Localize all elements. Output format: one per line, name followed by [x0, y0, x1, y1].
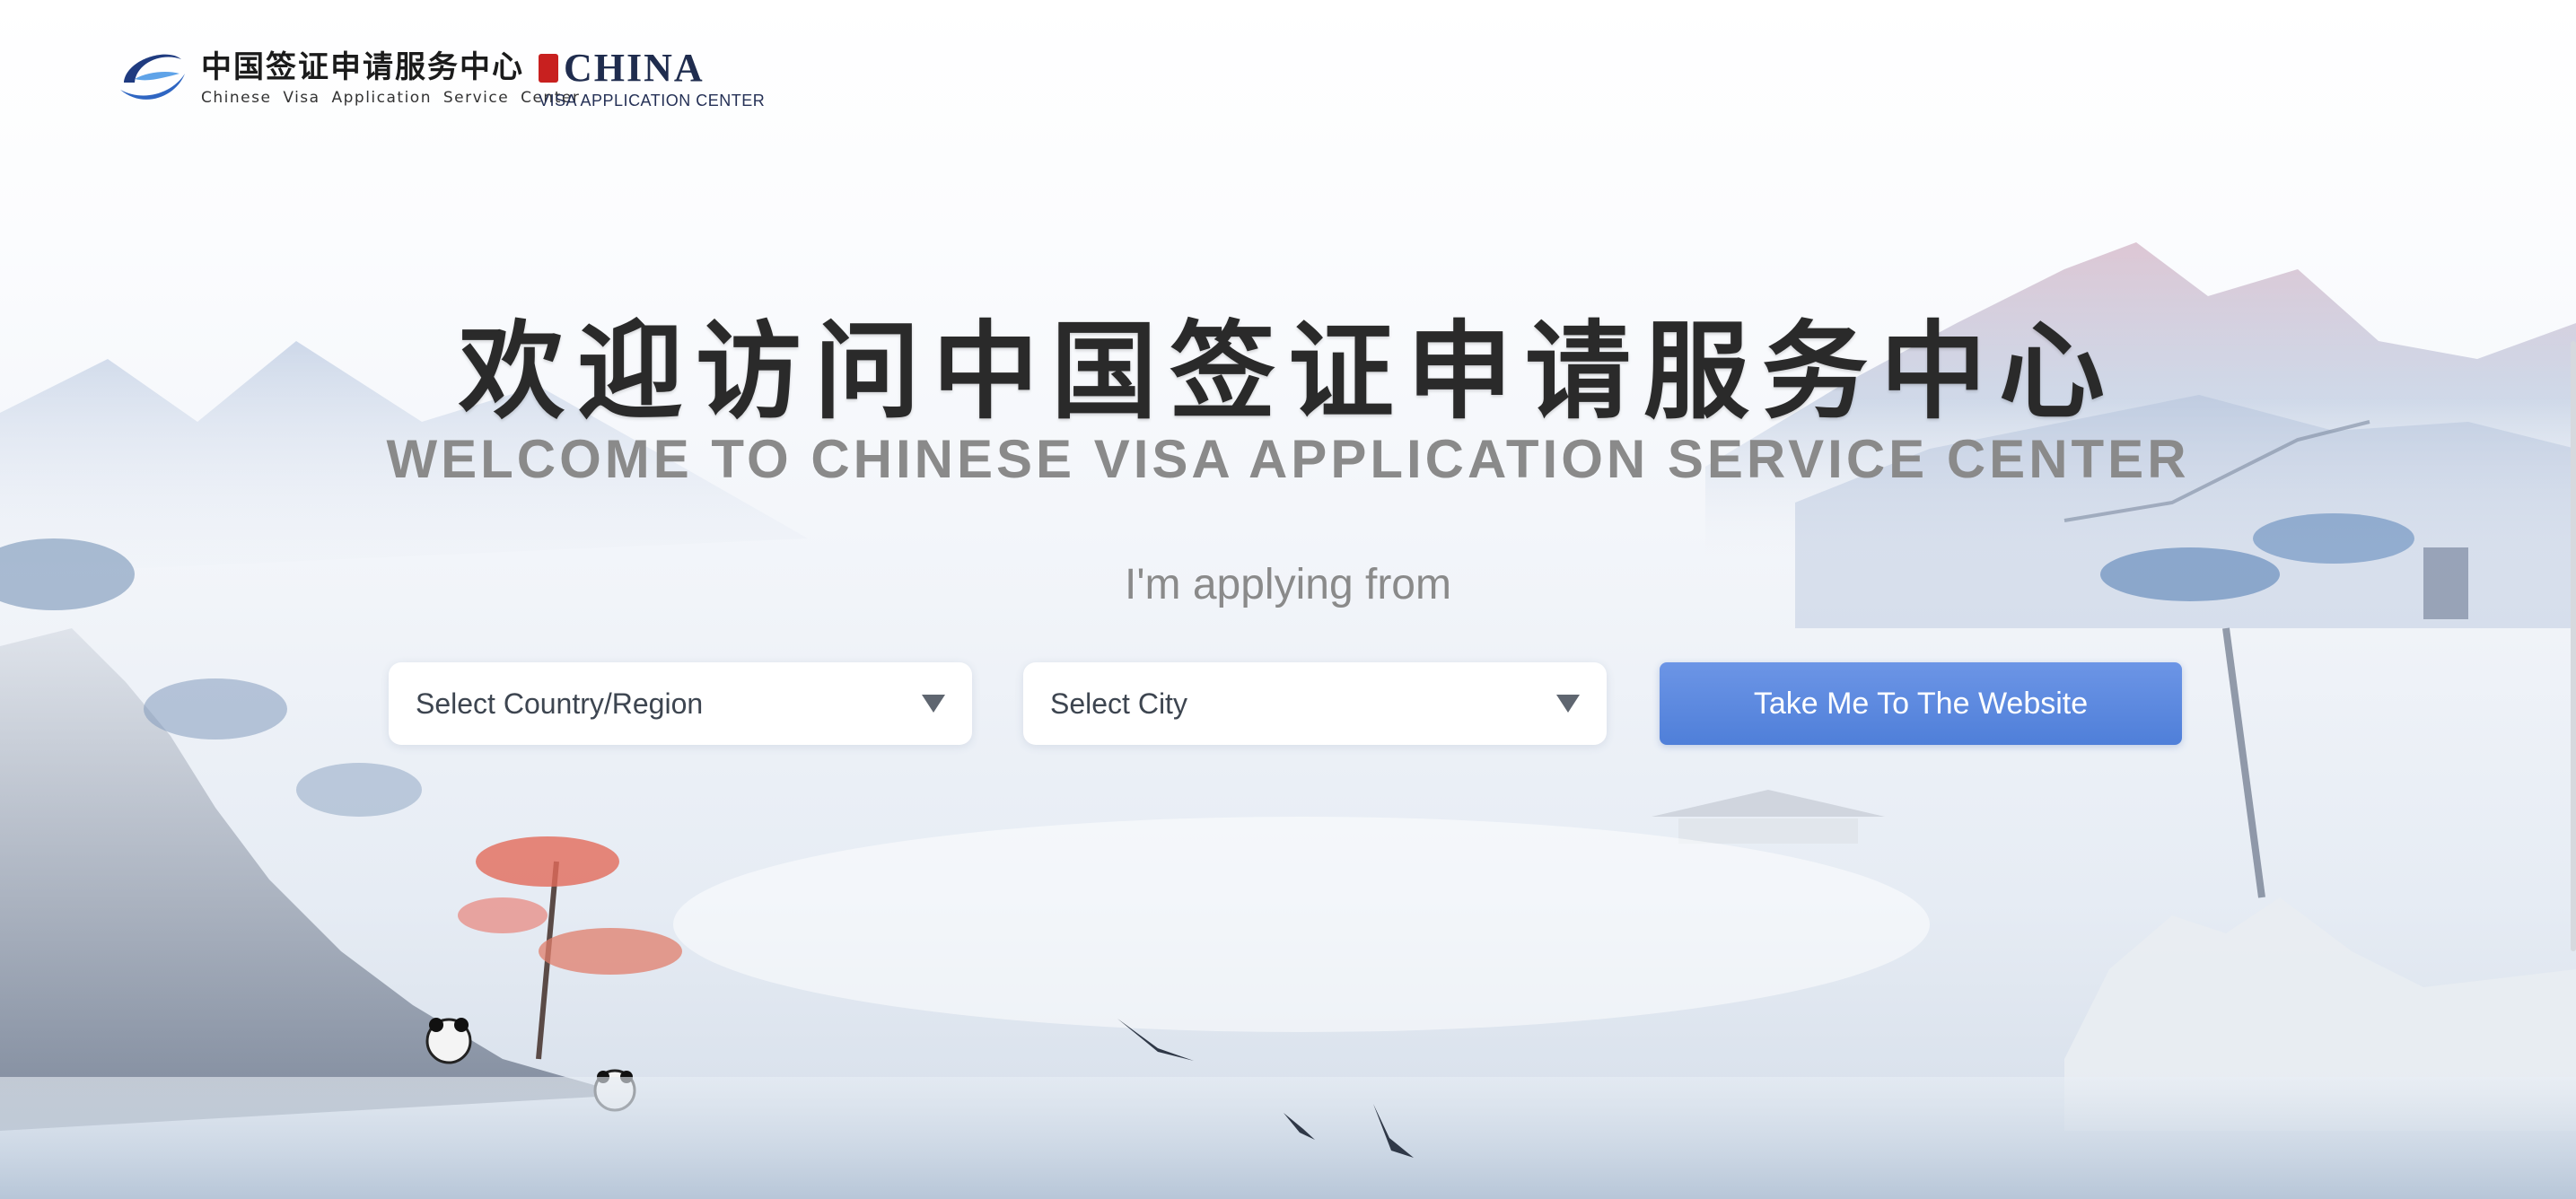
- city-select-label: Select City: [1050, 687, 1187, 720]
- cvasc-logo-zh: 中国签证申请服务中心: [201, 49, 524, 85]
- china-logo-subtitle: VISA APPLICATION CENTER: [539, 92, 766, 109]
- cvasc-logo[interactable]: 中国签证申请服务中心 Chinese Visa Application Serv…: [117, 47, 580, 109]
- page-scrollbar[interactable]: [2571, 341, 2576, 951]
- take-me-to-website-button[interactable]: Take Me To The Website: [1660, 662, 2182, 745]
- cvasc-logo-en: Chinese Visa Application Service Center: [201, 89, 581, 107]
- china-vac-logo[interactable]: CHINA VISA APPLICATION CENTER: [539, 47, 765, 110]
- china-logo-word: CHINA: [564, 46, 705, 90]
- dropdown-caret-icon: [922, 695, 945, 713]
- landing-page: 中国签证申请服务中心 Chinese Visa Application Serv…: [0, 0, 2576, 1199]
- dropdown-caret-icon: [1556, 695, 1580, 713]
- welcome-title-en: WELCOME TO CHINESE VISA APPLICATION SERV…: [386, 429, 2190, 489]
- welcome-title-zh: 欢迎访问中国签证申请服务中心: [458, 309, 2117, 433]
- applying-from-label: I'm applying from: [1125, 561, 1451, 608]
- country-region-select[interactable]: Select Country/Region: [389, 662, 972, 745]
- china-seal-icon: [539, 54, 558, 83]
- city-select[interactable]: Select City: [1023, 662, 1607, 745]
- cvasc-logo-icon: [120, 54, 185, 100]
- country-select-label: Select Country/Region: [416, 687, 704, 720]
